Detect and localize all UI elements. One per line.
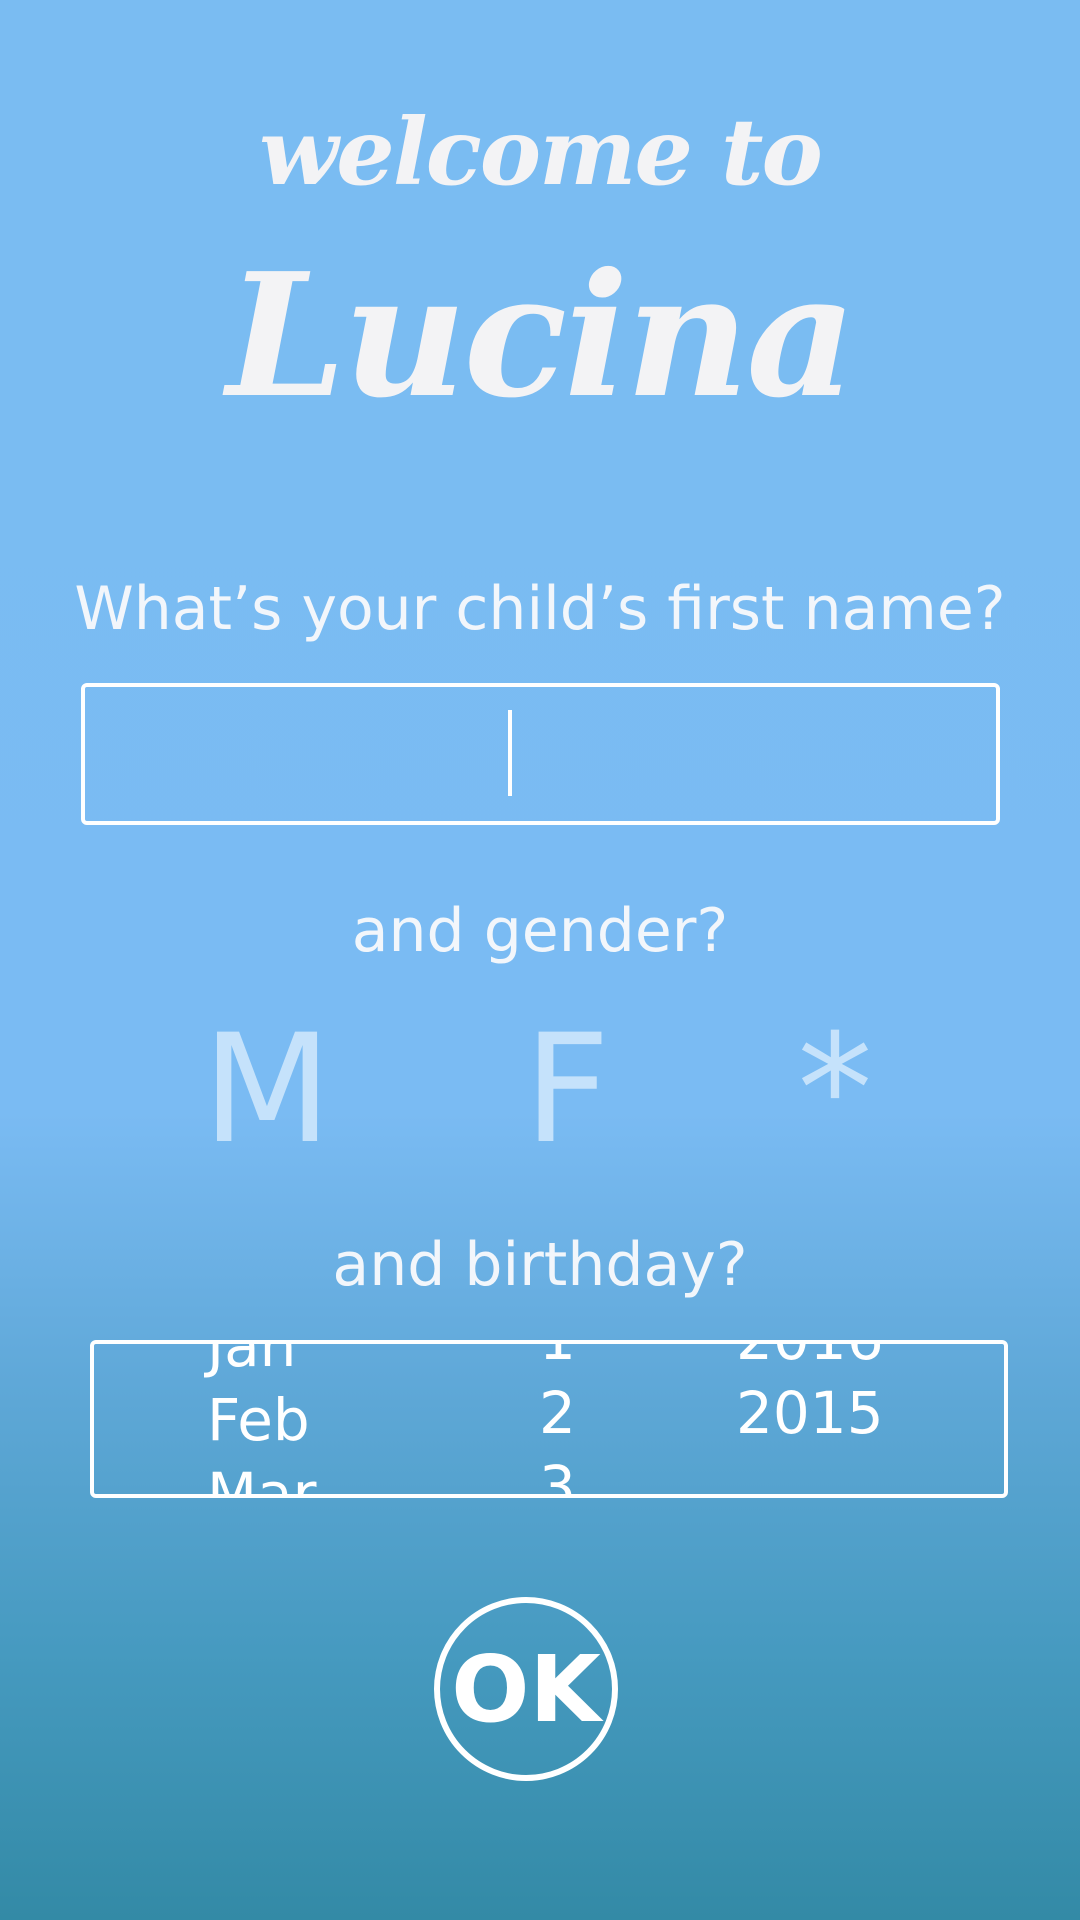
year-column[interactable]: 2016 2015	[736, 1344, 884, 1450]
day-item[interactable]: 3	[539, 1450, 576, 1494]
month-item-selected[interactable]: Feb	[207, 1383, 316, 1457]
gender-option-male[interactable]: M	[187, 1010, 347, 1170]
ok-button[interactable]: OK	[434, 1597, 618, 1781]
name-question: What’s your child’s first name?	[74, 574, 1006, 644]
month-item[interactable]: Mar	[207, 1457, 316, 1494]
text-caret	[508, 710, 512, 796]
gender-option-other[interactable]: *	[755, 1010, 915, 1170]
app-logo: Lucina	[226, 236, 857, 436]
gender-option-female[interactable]: F	[487, 1010, 647, 1170]
birthday-picker[interactable]: Jan Feb Mar 1 2 3 2016 2015	[90, 1340, 1008, 1498]
name-input[interactable]	[81, 683, 1000, 825]
month-item[interactable]: Jan	[207, 1344, 316, 1383]
day-column[interactable]: 1 2 3	[539, 1344, 576, 1494]
welcome-heading: welcome to	[259, 98, 823, 206]
birthday-question: and birthday?	[332, 1230, 748, 1300]
year-item[interactable]: 2016	[736, 1344, 884, 1376]
month-column[interactable]: Jan Feb Mar	[207, 1344, 316, 1494]
gender-question: and gender?	[351, 896, 729, 966]
year-item-selected[interactable]: 2015	[736, 1376, 884, 1450]
day-item[interactable]: 1	[539, 1344, 576, 1376]
day-item-selected[interactable]: 2	[539, 1376, 576, 1450]
